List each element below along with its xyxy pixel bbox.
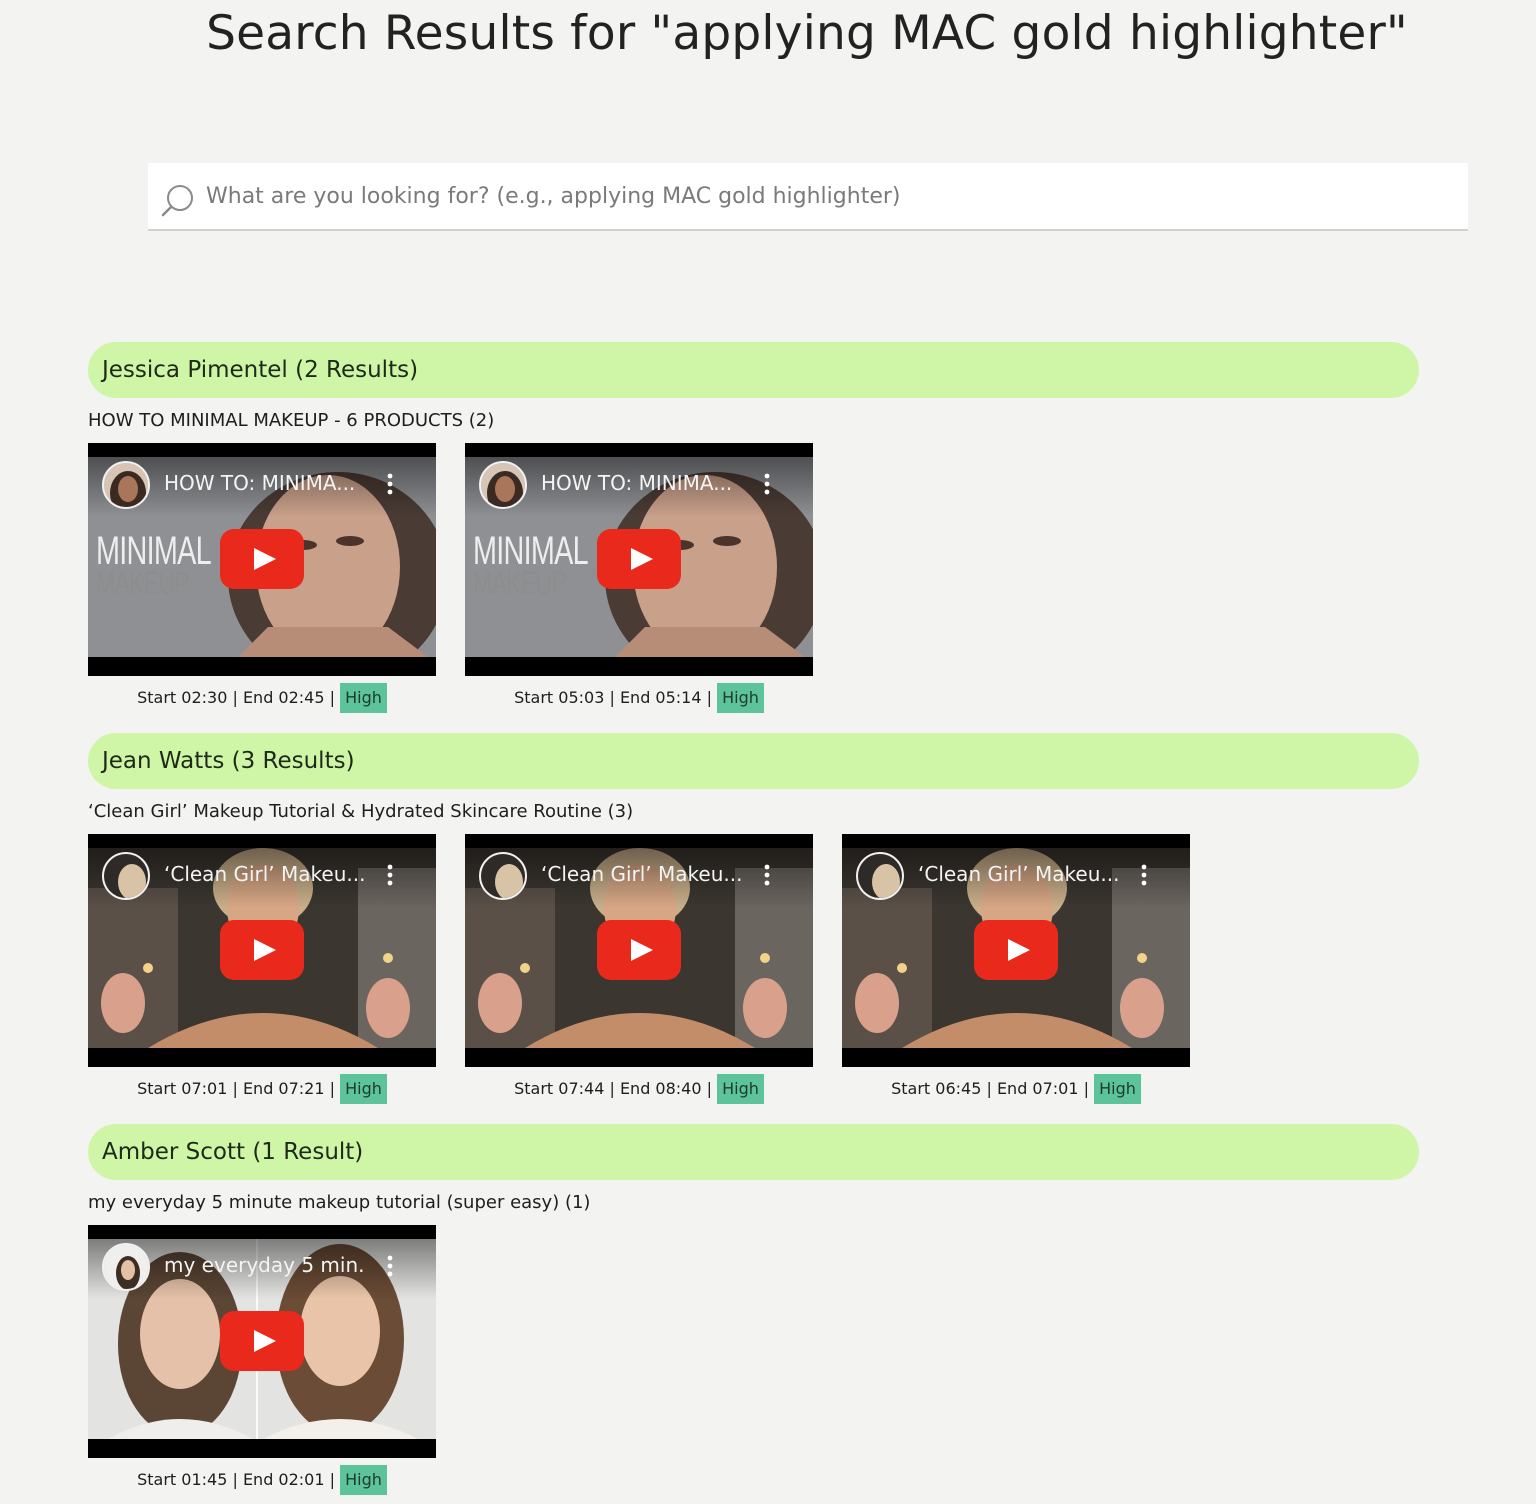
video-thumbnail[interactable]: my everyday 5 min...: [88, 1225, 436, 1458]
more-options-icon[interactable]: [761, 473, 773, 495]
more-options-icon[interactable]: [1138, 864, 1150, 886]
channel-avatar[interactable]: [479, 852, 527, 900]
thumbnail-title: HOW TO: MINIMA...: [541, 471, 733, 495]
video-thumbnail[interactable]: ‘Clean Girl’ Makeu...: [88, 834, 436, 1067]
relevance-badge: High: [340, 1465, 387, 1495]
channel-avatar[interactable]: [856, 852, 904, 900]
thumbnail-title: my everyday 5 min...: [164, 1253, 364, 1277]
group-header[interactable]: Amber Scott (1 Result): [88, 1124, 1419, 1180]
thumbnail-title: ‘Clean Girl’ Makeu...: [541, 862, 741, 886]
relevance-badge: High: [717, 1074, 764, 1104]
clip-meta: Start 02:30 | End 02:45 | High: [88, 683, 436, 713]
relevance-badge: High: [340, 683, 387, 713]
group-header[interactable]: Jessica Pimentel (2 Results): [88, 342, 1419, 398]
thumbnail-overlay-text: MINIMAL MAKEUP: [473, 529, 589, 601]
time-range: Start 07:01 | End 07:21 |: [137, 1079, 336, 1098]
relevance-badge: High: [340, 1074, 387, 1104]
clip-meta: Start 07:44 | End 08:40 | High: [465, 1074, 813, 1104]
clip-card[interactable]: MINIMAL MAKEUP HOW TO: MINIMA... Start 0…: [88, 443, 436, 713]
clip-meta: Start 05:03 | End 05:14 | High: [465, 683, 813, 713]
video-thumbnail[interactable]: MINIMAL MAKEUP HOW TO: MINIMA...: [465, 443, 813, 676]
clip-card[interactable]: ‘Clean Girl’ Makeu... Start 07:44 | End …: [465, 834, 813, 1104]
group-header[interactable]: Jean Watts (3 Results): [88, 733, 1419, 789]
more-options-icon[interactable]: [384, 1255, 396, 1277]
relevance-badge: High: [717, 683, 764, 713]
clip-meta: Start 01:45 | End 02:01 | High: [88, 1465, 436, 1495]
time-range: Start 06:45 | End 07:01 |: [891, 1079, 1090, 1098]
thumbnail-title: ‘Clean Girl’ Makeu...: [918, 862, 1118, 886]
thumbnail-title: ‘Clean Girl’ Makeu...: [164, 862, 364, 886]
clip-card[interactable]: ‘Clean Girl’ Makeu... Start 07:01 | End …: [88, 834, 436, 1104]
time-range: Start 07:44 | End 08:40 |: [514, 1079, 713, 1098]
clip-card[interactable]: MINIMAL MAKEUP HOW TO: MINIMA... Start 0…: [465, 443, 813, 713]
channel-avatar[interactable]: [479, 461, 527, 509]
clip-card[interactable]: my everyday 5 min... Start 01:45 | End 0…: [88, 1225, 436, 1495]
play-button-icon[interactable]: [220, 920, 304, 980]
video-title: HOW TO MINIMAL MAKEUP - 6 PRODUCTS (2): [88, 410, 495, 431]
result-group: Amber Scott (1 Result) my everyday 5 min…: [88, 1124, 1419, 1495]
video-thumbnail[interactable]: ‘Clean Girl’ Makeu...: [842, 834, 1190, 1067]
time-range: Start 01:45 | End 02:01 |: [137, 1470, 336, 1489]
search-bar[interactable]: [148, 163, 1468, 231]
time-range: Start 02:30 | End 02:45 |: [137, 688, 336, 707]
play-button-icon[interactable]: [220, 1311, 304, 1371]
channel-avatar[interactable]: [102, 461, 150, 509]
channel-avatar[interactable]: [102, 852, 150, 900]
page-title: Search Results for "applying MAC gold hi…: [206, 6, 1408, 61]
more-options-icon[interactable]: [384, 864, 396, 886]
clip-card[interactable]: ‘Clean Girl’ Makeu... Start 06:45 | End …: [842, 834, 1190, 1104]
result-group: Jessica Pimentel (2 Results) HOW TO MINI…: [88, 342, 1419, 713]
more-options-icon[interactable]: [761, 864, 773, 886]
thumbnail-overlay-text: MINIMAL MAKEUP: [96, 529, 212, 601]
video-thumbnail[interactable]: MINIMAL MAKEUP HOW TO: MINIMA...: [88, 443, 436, 676]
relevance-badge: High: [1094, 1074, 1141, 1104]
thumbnail-title: HOW TO: MINIMA...: [164, 471, 356, 495]
time-range: Start 05:03 | End 05:14 |: [514, 688, 713, 707]
play-button-icon[interactable]: [974, 920, 1058, 980]
video-thumbnail[interactable]: ‘Clean Girl’ Makeu...: [465, 834, 813, 1067]
search-icon: [161, 185, 193, 217]
channel-avatar[interactable]: [102, 1243, 150, 1291]
clip-meta: Start 07:01 | End 07:21 | High: [88, 1074, 436, 1104]
clip-meta: Start 06:45 | End 07:01 | High: [842, 1074, 1190, 1104]
more-options-icon[interactable]: [384, 473, 396, 495]
play-button-icon[interactable]: [597, 529, 681, 589]
search-input[interactable]: [206, 176, 1406, 216]
video-title: ‘Clean Girl’ Makeup Tutorial & Hydrated …: [88, 801, 634, 822]
play-button-icon[interactable]: [597, 920, 681, 980]
play-button-icon[interactable]: [220, 529, 304, 589]
result-group: Jean Watts (3 Results) ‘Clean Girl’ Make…: [88, 733, 1419, 1104]
video-title: my everyday 5 minute makeup tutorial (su…: [88, 1192, 591, 1213]
